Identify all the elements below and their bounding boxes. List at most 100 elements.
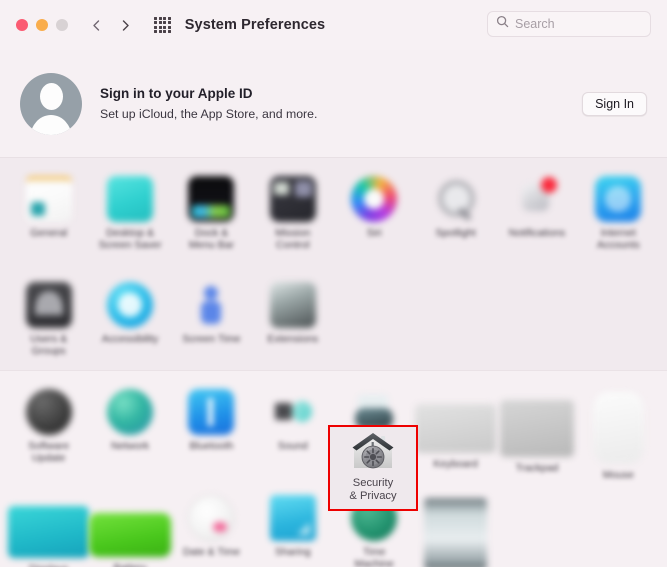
pref-item-displays[interactable]: Displays (8, 489, 90, 567)
pref-item-accessibility[interactable]: Accessibility (89, 276, 170, 360)
software-update-icon (25, 389, 72, 435)
search-icon (496, 15, 509, 33)
security-privacy-icon (352, 432, 394, 472)
pref-item-label: General (30, 228, 68, 239)
pref-item-empty (578, 276, 659, 360)
pref-item-label: Battery (114, 563, 147, 567)
pref-item-date-time[interactable]: Date & Time (171, 489, 252, 567)
internet-accounts-icon (595, 176, 642, 222)
desktop-screensaver-icon (107, 176, 154, 222)
pref-item-general[interactable]: General (8, 170, 89, 254)
pref-item-label: Sharing (274, 547, 311, 558)
date-time-icon (188, 495, 235, 541)
mission-control-icon (269, 176, 316, 222)
pref-item-bluetooth[interactable]: Bluetooth (171, 383, 252, 467)
accessibility-icon (107, 282, 154, 328)
siri-icon (351, 176, 398, 222)
search-input[interactable] (515, 17, 642, 31)
pref-item-label: Screen Time (182, 334, 241, 345)
pref-item-trackpad[interactable]: Trackpad (496, 383, 577, 474)
screen-time-icon (188, 282, 234, 328)
pref-item-mouse[interactable]: Mouse (578, 383, 659, 481)
general-icon (25, 176, 72, 222)
page-title: System Preferences (184, 17, 326, 33)
system-preferences-window: System Preferences Sign in to your Apple… (0, 0, 667, 567)
sound-icon (270, 389, 316, 435)
pref-item-siri[interactable]: Siri (334, 170, 415, 254)
close-button[interactable] (16, 19, 28, 31)
pref-item-empty (496, 276, 577, 360)
pref-item-sound[interactable]: Sound (252, 383, 333, 467)
network-icon (107, 389, 154, 435)
pref-item-label: Time Machine (354, 547, 394, 567)
apple-id-banner[interactable]: Sign in to your Apple ID Set up iCloud, … (0, 50, 667, 158)
minimize-button[interactable] (36, 19, 48, 31)
pref-item-spotlight[interactable]: Spotlight (415, 170, 496, 254)
show-all-grid-icon[interactable] (154, 16, 171, 34)
pref-item-notifications[interactable]: Notifications (496, 170, 577, 254)
pref-item-label: Date & Time (182, 547, 241, 558)
preferences-grid: General Desktop & Screen Saver Dock & Menu… (0, 158, 667, 567)
pref-item-screen-time[interactable]: Screen Time (171, 276, 252, 360)
pref-item-mission-control[interactable]: Mission Control (252, 170, 333, 254)
pref-item-label: Desktop & Screen Saver (98, 228, 162, 251)
pref-item-keyboard[interactable]: Keyboard (414, 383, 497, 470)
battery-icon (89, 512, 171, 557)
pref-item-label: Mission Control (275, 228, 311, 251)
pref-item-battery[interactable]: Battery (89, 489, 171, 567)
notifications-icon (514, 176, 560, 222)
dock-menubar-icon (188, 176, 235, 222)
pref-item-empty (578, 489, 659, 567)
pref-item-label: Spotlight (435, 228, 476, 239)
preferences-row-one: General Desktop & Screen Saver Dock & Menu… (0, 158, 667, 264)
pref-item-label: Bluetooth (189, 441, 234, 452)
pref-item-software-update[interactable]: Software Update (8, 383, 89, 467)
avatar-head (39, 82, 63, 110)
pref-item-empty (496, 489, 577, 567)
back-chevron-icon[interactable] (90, 19, 103, 32)
avatar (20, 72, 82, 135)
pref-item-empty (415, 276, 496, 360)
displays-icon (8, 506, 90, 558)
highlighted-pref-security-privacy[interactable]: Security & Privacy (328, 425, 418, 511)
avatar-body (30, 114, 72, 135)
pref-item-startup-disk[interactable]: Startup Disk (415, 489, 496, 567)
pref-item-label: Sound (277, 441, 308, 452)
forward-chevron-icon[interactable] (119, 19, 132, 32)
pref-item-dock-menu-bar[interactable]: Dock & Menu Bar (171, 170, 252, 254)
pref-item-label: Trackpad (515, 462, 559, 474)
pref-item-users-groups[interactable]: Users & Groups (8, 276, 89, 360)
pref-item-label: Siri (366, 228, 382, 239)
pref-item-label: Network (111, 441, 150, 452)
pref-item-label: Dock & Menu Bar (188, 228, 234, 251)
search-field[interactable] (487, 11, 651, 37)
pref-item-label: Internet Accounts (596, 228, 640, 251)
sign-in-button[interactable]: Sign In (582, 91, 647, 116)
spotlight-icon (433, 176, 479, 222)
pref-item-network[interactable]: Network (89, 383, 170, 467)
highlighted-pref-label: Security & Privacy (349, 477, 397, 502)
apple-id-title: Sign in to your Apple ID (100, 86, 253, 101)
users-groups-icon (25, 282, 72, 328)
pref-item-desktop-screen-saver[interactable]: Desktop & Screen Saver (89, 170, 170, 254)
startup-disk-icon (423, 498, 488, 567)
apple-id-subtitle: Set up iCloud, the App Store, and more. (100, 107, 318, 121)
pref-item-label: Accessibility (101, 334, 159, 345)
mouse-icon (593, 392, 644, 464)
pref-item-label: Keyboard (433, 458, 478, 470)
apple-id-text: Sign in to your Apple ID Set up iCloud, … (100, 86, 582, 121)
bluetooth-icon (188, 389, 235, 435)
extensions-icon (269, 282, 316, 328)
zoom-button[interactable] (56, 19, 68, 31)
pref-item-sharing[interactable]: Sharing (252, 489, 333, 567)
pref-item-label: Users & Groups (30, 334, 68, 357)
pref-item-label: Software Update (28, 441, 70, 464)
preferences-row-two: Users & Groups Accessibility Screen Time Ex… (0, 264, 667, 371)
pref-item-label: Notifications (508, 228, 566, 239)
pref-item-label: Extensions (267, 334, 319, 345)
navigation-arrows (90, 19, 132, 32)
pref-item-extensions[interactable]: Extensions (252, 276, 333, 360)
pref-item-internet-accounts[interactable]: Internet Accounts (578, 170, 659, 254)
pref-item-label: Mouse (602, 470, 634, 481)
titlebar: System Preferences (0, 0, 667, 50)
